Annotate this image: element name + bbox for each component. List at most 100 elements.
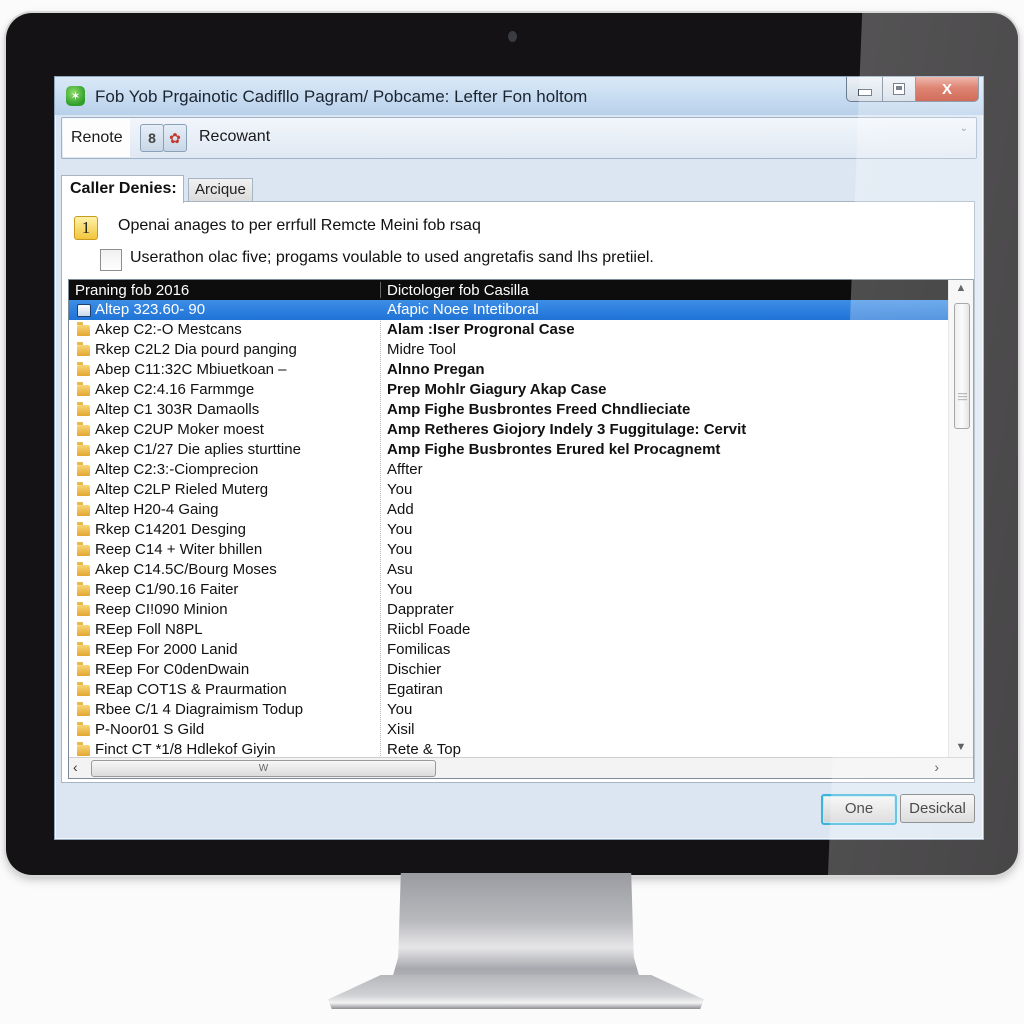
vertical-scrollbar[interactable]: ▲ — — — ▼ [948,280,973,758]
webcam [508,31,517,42]
folder-icon [77,682,90,696]
list-row[interactable]: Altep C1 303R Damaolls Amp Fighe Busbront… [69,400,948,420]
folder-icon [77,402,90,416]
cancel-button[interactable]: Desickal [900,794,975,823]
list-row[interactable]: REep For C0denDwain Dischier [69,660,948,680]
row-description: Amp Fighe Busbrontes Freed Chndlieciate [387,401,691,418]
row-description: Riicbl Foade [387,621,471,638]
list-row[interactable]: Rbee C/1 4 Diagraimism Todup You [69,700,948,720]
chevron-down-icon[interactable]: ⌄ [960,123,968,134]
minimize-icon [857,88,872,96]
folder-icon [77,482,90,496]
row-name: Akep C2UP Moker moest [95,421,264,438]
list-row[interactable]: Altep C2LP Rieled Muterg You [69,480,948,500]
step-instruction: Openai anages to per errfull Remcte Mein… [118,217,481,234]
row-description: You [387,541,413,558]
list-row[interactable]: Reep CI!090 Minion Dapprater [69,600,948,620]
column-separator[interactable] [380,282,381,298]
row-description: Afapic Noee Intetiboral [387,301,539,318]
row-description: Fomilicas [387,641,451,658]
shield-icon: 8 [148,130,156,146]
monitor-bezel: ✶ Fob Yob Prgainotic Cadifllo Pagram/ Po… [6,13,1018,875]
window-title: Fob Yob Prgainotic Cadifllo Pagram/ Pobc… [95,87,588,106]
list-row[interactable]: REep For 2000 Lanid Fomilicas [69,640,948,660]
option-checkbox[interactable] [100,249,122,271]
folder-icon [77,622,90,636]
list-row[interactable]: Altep H20-4 Gaing Add [69,500,948,520]
list-row[interactable]: Altep 323.60- 90 Afapic Noee Intetiboral [69,300,948,320]
title-bar[interactable]: ✶ Fob Yob Prgainotic Cadifllo Pagram/ Po… [55,77,983,115]
toolbar-recowant-link[interactable]: Recowant [199,128,270,146]
scroll-down-icon[interactable]: ▼ [949,741,973,757]
row-description: Alam :Iser Progronal Case [387,321,575,338]
list-row[interactable]: Akep C1/27 Die aplies sturttine Amp Fighe… [69,440,948,460]
list-row[interactable]: Akep C14.5C/Bourg Moses Asu [69,560,948,580]
row-description: Egatiran [387,681,443,698]
row-name: Rkep C14201 Desging [95,521,246,538]
row-description: You [387,581,413,598]
row-description: Asu [387,561,413,578]
row-name: REep For 2000 Lanid [95,641,238,658]
close-icon: X [941,80,952,98]
folder-icon [77,542,90,556]
row-name: Abep C11:32C Mbiuetkoan – [95,361,287,378]
list-row[interactable]: REep Foll N8PL Riicbl Foade [69,620,948,640]
list-row[interactable]: Altep C2:3:-Ciomprecion Affter [69,460,948,480]
scroll-right-icon[interactable]: › [934,759,939,775]
toolbar-button-palette[interactable]: ✿ [163,124,187,152]
folder-icon [77,322,90,336]
row-name: REap COT1S & Praurmation [95,681,287,698]
folder-icon [77,502,90,516]
list-row[interactable]: Rkep C14201 Desging You [69,520,948,540]
toolbar-label-remote[interactable]: Renote [63,119,130,157]
palette-icon: ✿ [169,130,181,146]
option-checkbox-label[interactable]: Userathon olac five; progams voulable to… [130,249,654,267]
column-header-name[interactable]: Praning fob 2016 [75,280,189,301]
row-description: Alnno Pregan [387,361,485,378]
minimize-button[interactable] [846,77,883,102]
list-row[interactable]: Akep C2UP Moker moest Amp Retheres Giojor… [69,420,948,440]
list-row[interactable]: Akep C2:-O Mestcans Alam :Iser Progronal … [69,320,948,340]
list-row[interactable]: Akep C2:4.16 Farmmge Prep Mohlr Giagury A… [69,380,948,400]
list-row[interactable]: Reep C1/90.16 Faiter You [69,580,948,600]
horizontal-scrollbar[interactable]: ‹ W › [69,757,973,778]
ok-button[interactable]: One [821,794,897,825]
row-name: Reep C14 + Witer bhillen [95,541,263,558]
tab-arcique[interactable]: Arcique [188,178,253,201]
row-name: Altep H20-4 Gaing [95,501,219,518]
folder-icon [77,722,90,736]
monitor-stand-base [328,975,704,1009]
maximize-button[interactable] [883,77,916,102]
list-row[interactable]: Abep C11:32C Mbiuetkoan – Alnno Pregan [69,360,948,380]
list-row[interactable]: Reep C14 + Witer bhillen You [69,540,948,560]
toolbar: Renote 8 ✿ Recowant ⌄ [61,117,977,159]
toolbar-button-shield[interactable]: 8 [140,124,164,152]
vertical-scroll-thumb[interactable]: — — — [954,303,970,429]
column-header-description[interactable]: Dictologer fob Casilla [387,280,529,301]
folder-icon [77,442,90,456]
app-window: ✶ Fob Yob Prgainotic Cadifllo Pagram/ Po… [54,76,984,840]
scroll-up-icon[interactable]: ▲ [949,282,973,298]
tab-caller-denies[interactable]: Caller Denies: [61,175,184,203]
row-name: Altep 323.60- 90 [95,301,206,318]
folder-icon [77,642,90,656]
row-description: You [387,521,413,538]
maximize-icon [893,83,905,95]
row-name: P-Noor01 S Gild [95,721,205,738]
row-description: Xisil [387,721,415,738]
tab-panel: 1 Openai anages to per errfull Remcte Me… [61,201,975,783]
horizontal-scroll-thumb[interactable]: W [91,760,436,777]
list-row[interactable]: P-Noor01 S Gild Xisil [69,720,948,740]
scroll-left-icon[interactable]: ‹ [73,759,78,775]
row-description: You [387,701,413,718]
folder-icon [77,742,90,756]
list-row[interactable]: Rkep C2L2 Dia pourd panging Midre Tool [69,340,948,360]
row-name: Reep CI!090 Minion [95,601,228,618]
row-name: Akep C1/27 Die aplies sturttine [95,441,301,458]
close-button[interactable]: X [916,77,979,102]
row-name: REep Foll N8PL [95,621,203,638]
row-name: Akep C2:4.16 Farmmge [95,381,255,398]
row-description: Add [387,501,414,518]
list-row[interactable]: REap COT1S & Praurmation Egatiran [69,680,948,700]
row-description: Affter [387,461,423,478]
